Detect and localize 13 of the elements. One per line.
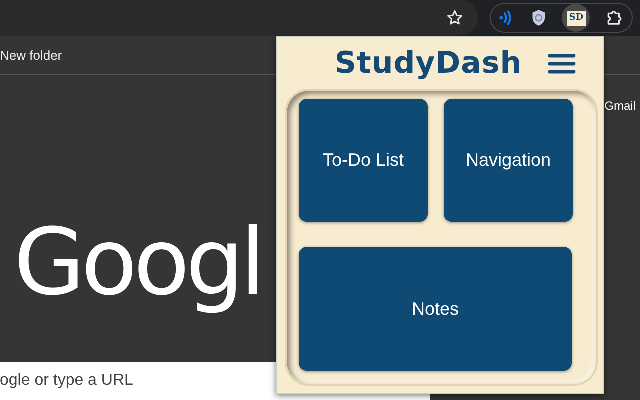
tile-button[interactable]: To-Do List xyxy=(299,99,428,222)
extension-logo: SD xyxy=(567,10,586,26)
tile-button[interactable]: Navigation xyxy=(444,99,573,222)
star-icon[interactable] xyxy=(446,9,464,27)
menu-icon[interactable] xyxy=(548,53,576,75)
puzzle-piece-icon[interactable] xyxy=(606,8,624,28)
google-logo: Googl xyxy=(14,213,262,313)
extension-button[interactable]: SD xyxy=(562,4,590,32)
gmail-link[interactable]: Gmail xyxy=(604,99,636,113)
tile-button[interactable]: Notes xyxy=(299,247,572,371)
bookmark-folder[interactable]: New folder xyxy=(0,48,62,62)
app-title: StudyDash xyxy=(334,46,522,80)
shield-icon[interactable] xyxy=(530,8,546,28)
